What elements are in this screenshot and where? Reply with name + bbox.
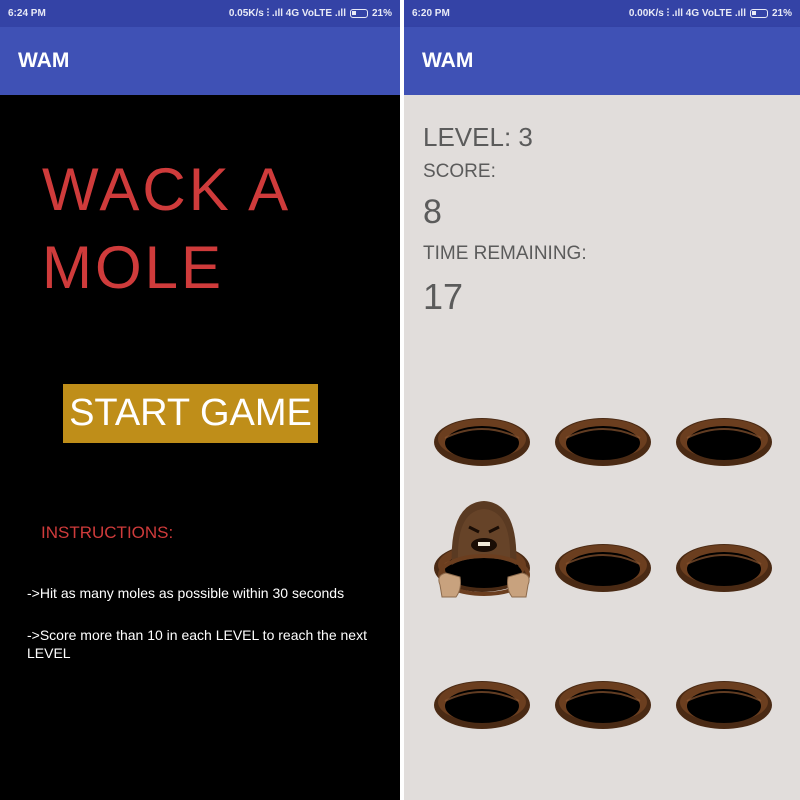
score-value: 8	[423, 193, 442, 231]
time-remaining-label: TIME REMAINING:	[423, 243, 587, 264]
instruction-line: ->Hit as many moles as possible within 3…	[27, 585, 345, 601]
status-bar: 6:24 PM 0.05K/s ⫶ .ıll 4G VoLTE .ıll 21%	[0, 0, 400, 27]
instructions-heading: INSTRUCTIONS:	[41, 523, 174, 542]
score-label: SCORE:	[423, 161, 496, 182]
game-screen: LEVEL: 3 SCORE: 8 TIME REMAINING: 17	[404, 95, 800, 800]
mole-hole[interactable]	[553, 412, 653, 468]
network-indicator: 0.00K/s ⫶ .ıll 4G VoLTE .ıll	[628, 8, 746, 19]
battery-level: 21%	[771, 8, 792, 19]
mole-hole[interactable]	[432, 675, 532, 731]
mole-hole[interactable]	[674, 412, 774, 468]
instruction-line: ->Score more than 10 in each LEVEL to re…	[27, 627, 367, 661]
mole-hole[interactable]	[674, 538, 774, 594]
app-title: WAM	[422, 49, 474, 72]
screenshot-stage: 6:24 PM 0.05K/s ⫶ .ıll 4G VoLTE .ıll 21%…	[0, 0, 800, 800]
app-bar: WAM	[404, 27, 800, 95]
battery-icon	[749, 9, 768, 18]
mole-hole[interactable]	[674, 675, 774, 731]
app-bar: WAM	[0, 27, 400, 95]
status-indicators: 0.00K/s ⫶ .ıll 4G VoLTE .ıll 21%	[629, 8, 792, 19]
start-game-button[interactable]: START GAME	[63, 384, 318, 443]
battery-icon	[349, 9, 368, 18]
status-time: 6:20 PM	[412, 8, 450, 19]
time-remaining-value: 17	[423, 276, 464, 317]
mole-hole[interactable]	[553, 675, 653, 731]
mole-hole[interactable]	[432, 412, 532, 468]
status-bar: 6:20 PM 0.00K/s ⫶ .ıll 4G VoLTE .ıll 21%	[404, 0, 800, 27]
status-indicators: 0.05K/s ⫶ .ıll 4G VoLTE .ıll 21%	[229, 8, 392, 19]
mole-icon[interactable]	[434, 493, 534, 608]
game-title: WACK A MOLE	[42, 156, 288, 301]
menu-phone: 6:24 PM 0.05K/s ⫶ .ıll 4G VoLTE .ıll 21%…	[0, 0, 400, 800]
menu-screen: WACK A MOLE START GAME INSTRUCTIONS: ->H…	[0, 95, 400, 800]
app-title: WAM	[18, 49, 70, 72]
battery-level: 21%	[371, 8, 392, 19]
status-time: 6:24 PM	[8, 8, 46, 19]
network-indicator: 0.05K/s ⫶ .ıll 4G VoLTE .ıll	[228, 8, 346, 19]
mole-hole[interactable]	[553, 538, 653, 594]
game-phone: 6:20 PM 0.00K/s ⫶ .ıll 4G VoLTE .ıll 21%…	[404, 0, 800, 800]
level-display: LEVEL: 3	[423, 122, 533, 152]
